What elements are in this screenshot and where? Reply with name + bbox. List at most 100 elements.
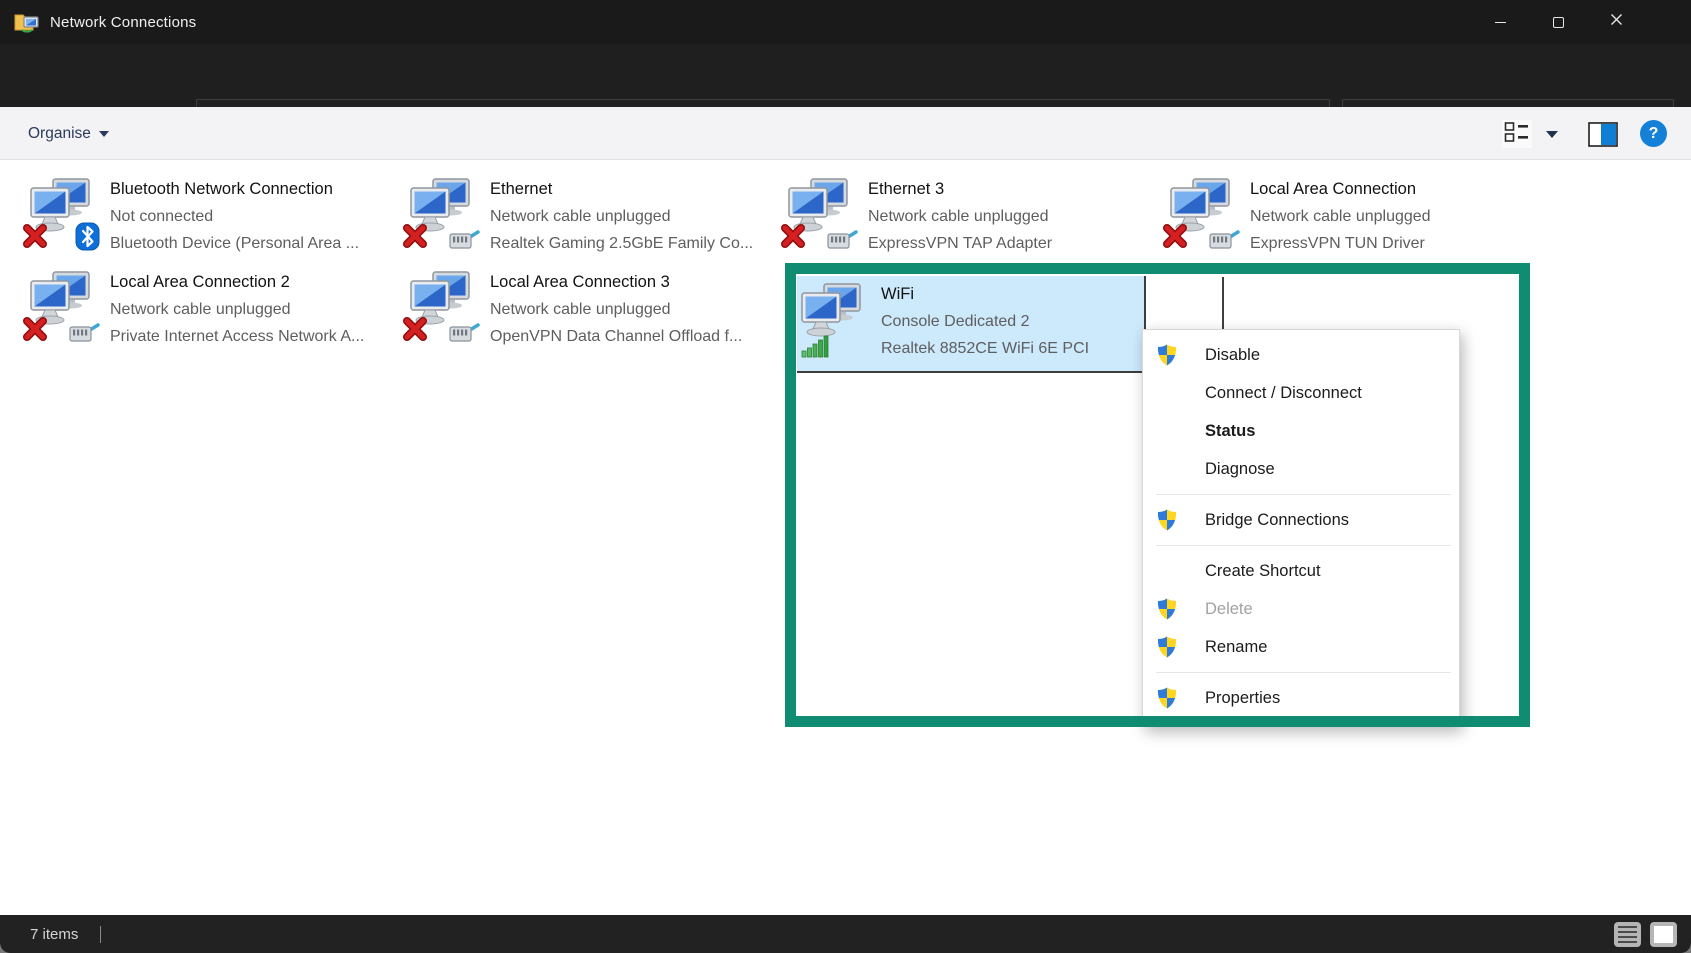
window-controls — [1471, 0, 1645, 44]
connection-name: Local Area Connection — [1250, 176, 1431, 203]
organise-menu-button[interactable]: Organise — [28, 120, 109, 148]
connection-icon — [786, 174, 854, 254]
menu-separator — [1156, 494, 1451, 495]
command-bar: Organise ? — [0, 107, 1691, 160]
uac-shield-icon — [1156, 686, 1205, 710]
menu-item-label: Diagnose — [1205, 460, 1275, 479]
menu-item-diagnose[interactable]: Diagnose — [1143, 450, 1459, 488]
connection-tile-wifi-selected[interactable]: WiFi Console Dedicated 2 Realtek 8852CE … — [797, 276, 1146, 373]
connection-device: Realtek 8852CE WiFi 6E PCI — [881, 335, 1089, 362]
uac-shield-icon — [1156, 343, 1205, 367]
connection-status: Console Dedicated 2 — [881, 308, 1089, 335]
connection-device: ExpressVPN TAP Adapter — [868, 230, 1052, 257]
ethernet-badge-icon — [448, 321, 480, 349]
connection-icon — [408, 267, 476, 347]
connection-icon — [28, 174, 96, 254]
menu-item-label: Status — [1205, 422, 1255, 441]
menu-item-properties[interactable]: Properties — [1143, 679, 1459, 717]
menu-item-connect-disconnect[interactable]: Connect / Disconnect — [1143, 374, 1459, 412]
connection-status: Network cable unplugged — [490, 203, 753, 230]
connection-icon — [408, 174, 476, 254]
window-title: Network Connections — [50, 14, 196, 31]
connection-tile-local-area-connection-3[interactable]: Local Area Connection 3 Network cable un… — [408, 267, 760, 353]
menu-item-create-shortcut[interactable]: Create Shortcut — [1143, 552, 1459, 590]
status-bar: 7 items — [0, 915, 1691, 953]
help-question-icon: ? — [1649, 125, 1659, 143]
ethernet-badge-icon — [448, 228, 480, 256]
bluetooth-badge-icon — [75, 222, 100, 256]
organise-label: Organise — [28, 125, 91, 143]
minimize-icon — [1495, 22, 1506, 23]
menu-item-label: Disable — [1205, 346, 1260, 365]
connection-tile-local-area-connection[interactable]: Local Area Connection Network cable unpl… — [1168, 174, 1520, 260]
connection-icon — [1168, 174, 1236, 254]
connection-name: Local Area Connection 2 — [110, 269, 364, 296]
navigation-bar: Control Panel Network and Internet Netwo… — [0, 44, 1691, 107]
connection-tile-ethernet-3[interactable]: Ethernet 3 Network cable unplugged Expre… — [786, 174, 1138, 260]
status-divider — [100, 926, 101, 943]
change-view-button[interactable] — [1502, 120, 1532, 148]
maximize-button[interactable] — [1529, 0, 1587, 44]
preview-pane-button[interactable] — [1588, 122, 1618, 152]
connection-device: Bluetooth Device (Personal Area ... — [110, 230, 359, 257]
disconnected-x-icon — [402, 223, 428, 254]
menu-item-delete[interactable]: Delete — [1143, 590, 1459, 628]
connection-name: Bluetooth Network Connection — [110, 176, 359, 203]
network-connections-window: Network Connections Control Panel Networ… — [0, 0, 1691, 953]
uac-shield-icon — [1156, 508, 1205, 532]
close-button[interactable] — [1587, 0, 1645, 44]
help-button[interactable]: ? — [1640, 120, 1667, 147]
disconnected-x-icon — [22, 223, 48, 254]
menu-item-label: Properties — [1205, 689, 1280, 708]
maximize-icon — [1553, 17, 1564, 28]
menu-separator — [1156, 672, 1451, 673]
connection-status: Not connected — [110, 203, 359, 230]
menu-item-status[interactable]: Status — [1143, 412, 1459, 450]
disconnected-x-icon — [780, 223, 806, 254]
close-icon — [1610, 13, 1623, 31]
items-count: 7 items — [30, 926, 78, 943]
preview-pane-icon — [1588, 134, 1618, 151]
minimize-button[interactable] — [1471, 0, 1529, 44]
connection-status: Network cable unplugged — [110, 296, 364, 323]
caret-down-icon — [99, 131, 109, 137]
connection-name: WiFi — [881, 281, 1089, 308]
context-menu: Disable Connect / Disconnect Status Diag… — [1142, 329, 1460, 727]
menu-item-label: Bridge Connections — [1205, 511, 1349, 530]
connection-name: Ethernet 3 — [868, 176, 1052, 203]
connection-status: Network cable unplugged — [868, 203, 1052, 230]
connection-tile-ethernet[interactable]: Ethernet Network cable unplugged Realtek… — [408, 174, 760, 260]
connection-status: Network cable unplugged — [1250, 203, 1431, 230]
ethernet-badge-icon — [1208, 228, 1240, 256]
connection-tile-bluetooth[interactable]: Bluetooth Network Connection Not connect… — [28, 174, 380, 260]
connection-icon — [28, 267, 96, 347]
menu-item-label: Rename — [1205, 638, 1267, 657]
title-bar: Network Connections — [0, 0, 1691, 44]
large-icons-view-button[interactable] — [1650, 922, 1677, 947]
menu-item-bridge-connections[interactable]: Bridge Connections — [1143, 501, 1459, 539]
connection-status: Network cable unplugged — [490, 296, 742, 323]
menu-item-rename[interactable]: Rename — [1143, 628, 1459, 666]
tiles-view-icon — [1504, 121, 1530, 148]
uac-shield-icon — [1156, 635, 1205, 659]
disconnected-x-icon — [22, 316, 48, 347]
ethernet-badge-icon — [826, 228, 858, 256]
connection-device: Private Internet Access Network A... — [110, 323, 364, 350]
menu-item-label: Delete — [1205, 600, 1253, 619]
connection-device: Realtek Gaming 2.5GbE Family Co... — [490, 230, 753, 257]
disconnected-x-icon — [1162, 223, 1188, 254]
connection-device: OpenVPN Data Channel Offload f... — [490, 323, 742, 350]
details-view-button[interactable] — [1614, 922, 1641, 947]
menu-item-label: Connect / Disconnect — [1205, 384, 1362, 403]
connection-tile-local-area-connection-2[interactable]: Local Area Connection 2 Network cable un… — [28, 267, 380, 353]
disconnected-x-icon — [402, 316, 428, 347]
uac-shield-icon — [1156, 597, 1205, 621]
wifi-badge-icon — [801, 334, 829, 363]
network-connections-app-icon — [14, 11, 40, 33]
view-options-caret-icon[interactable] — [1546, 131, 1558, 138]
connection-device: ExpressVPN TUN Driver — [1250, 230, 1431, 257]
menu-item-disable[interactable]: Disable — [1143, 336, 1459, 374]
connection-icon — [799, 279, 867, 359]
menu-item-label: Create Shortcut — [1205, 562, 1321, 581]
connection-name: Ethernet — [490, 176, 753, 203]
